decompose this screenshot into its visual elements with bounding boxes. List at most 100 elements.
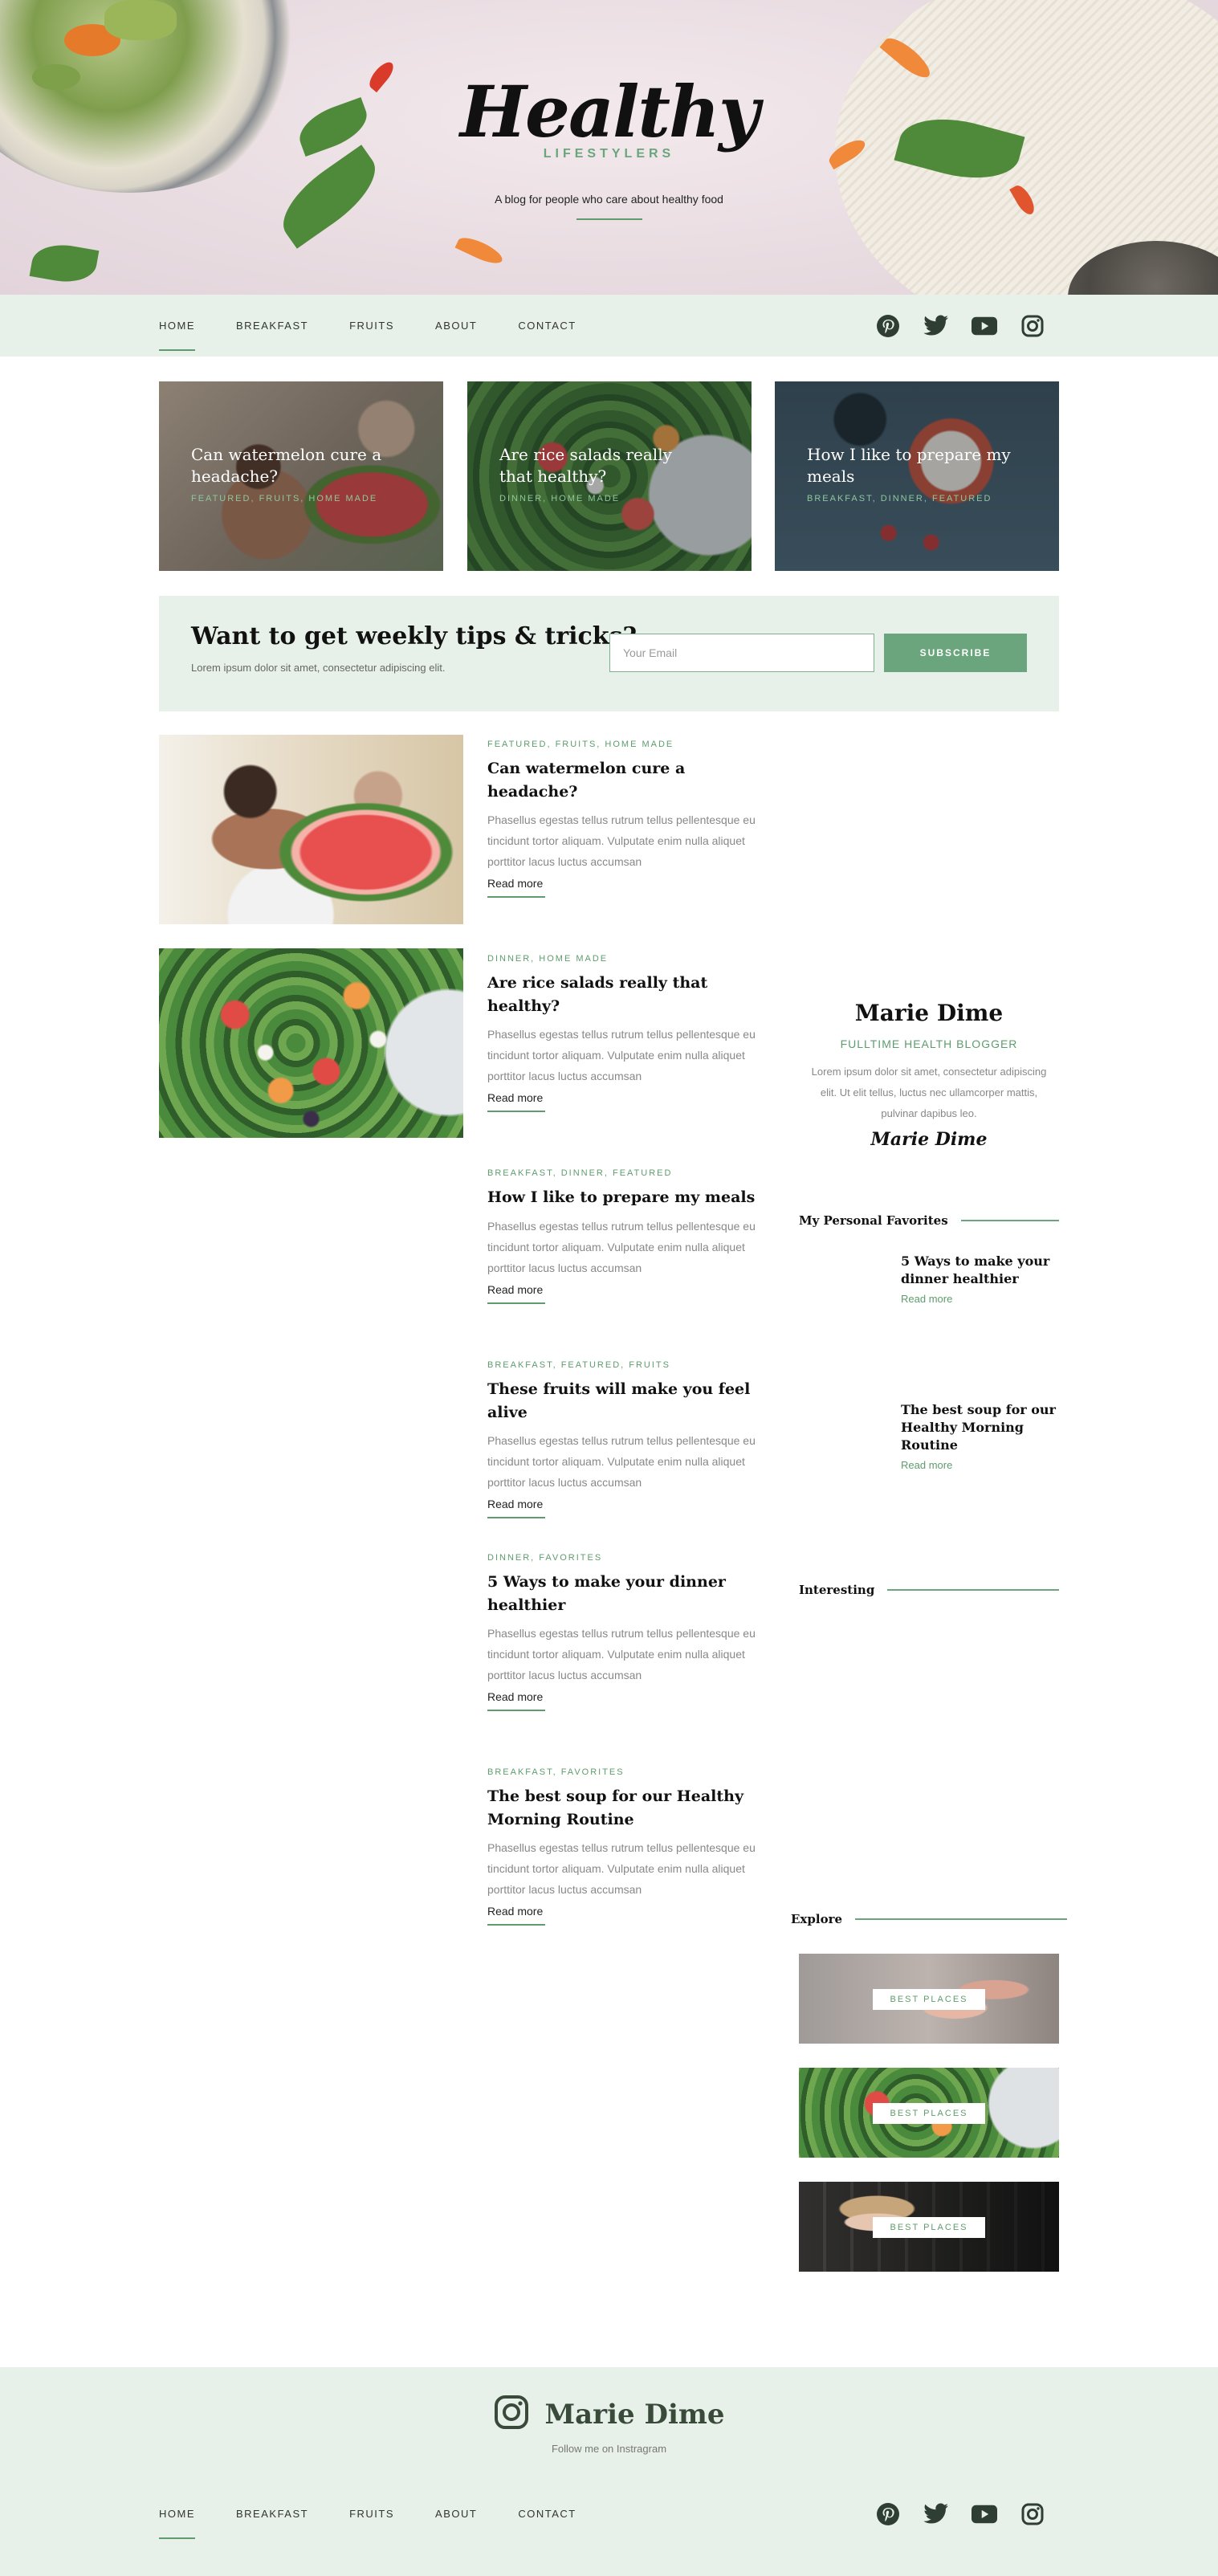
footer-nav-item-contact[interactable]: CONTACT [518, 2508, 576, 2520]
featured-card[interactable]: How I like to prepare my meals BREAKFAST… [775, 381, 1059, 571]
post-title[interactable]: Can watermelon cure a headache? [487, 757, 776, 803]
favorite-title[interactable]: The best soup for our Healthy Morning Ro… [901, 1401, 1061, 1454]
nav-item-about[interactable]: ABOUT [435, 320, 477, 332]
nav-item-contact[interactable]: CONTACT [518, 320, 576, 332]
post-item: FEATURED, FRUITS, HOME MADE Can watermel… [487, 740, 776, 898]
twitter-icon[interactable] [923, 313, 949, 339]
site-logo[interactable]: Healthy LIFESTYLERS [450, 76, 768, 161]
post-item: BREAKFAST, FAVORITES The best soup for o… [487, 1767, 776, 1926]
footer-nav-item-home[interactable]: HOME [159, 2508, 195, 2539]
explore-heading-text: Explore [791, 1912, 843, 1926]
post-title[interactable]: These fruits will make you feel alive [487, 1378, 776, 1424]
author-name: Marie Dime [854, 1000, 1004, 1026]
post-title[interactable]: How I like to prepare my meals [487, 1186, 776, 1209]
read-more-link[interactable]: Read more [487, 1091, 546, 1112]
post-excerpt: Phasellus egestas tellus rutrum tellus p… [487, 1841, 756, 1896]
footer-nav-item-about[interactable]: ABOUT [435, 2508, 477, 2520]
favorite-read-more[interactable]: Read more [901, 1459, 1061, 1471]
post-excerpt: Phasellus egestas tellus rutrum tellus p… [487, 1434, 756, 1489]
email-input[interactable] [609, 634, 874, 672]
subscribe-button[interactable]: SUBSCRIBE [884, 634, 1027, 672]
featured-title[interactable]: Can watermelon cure a headache? [191, 444, 400, 487]
read-more-link[interactable]: Read more [487, 1283, 546, 1304]
favorites-heading: My Personal Favorites [799, 1211, 1059, 1230]
featured-categories: FEATURED, FRUITS, HOME MADE [191, 494, 378, 503]
read-more-link[interactable]: Read more [487, 1905, 546, 1926]
post-categories: FEATURED, FRUITS, HOME MADE [487, 740, 674, 749]
author-role: FULLTIME HEALTH BLOGGER [840, 1037, 1018, 1050]
featured-title[interactable]: Are rice salads really that healthy? [499, 444, 708, 487]
favorite-title[interactable]: 5 Ways to make your dinner healthier [901, 1253, 1061, 1288]
nav-links: HOME BREAKFAST FRUITS ABOUT CONTACT [159, 295, 617, 357]
favorite-item: 5 Ways to make your dinner healthier Rea… [901, 1253, 1061, 1305]
post-title[interactable]: The best soup for our Healthy Morning Ro… [487, 1785, 776, 1831]
explore-card[interactable]: BEST PLACES [799, 1954, 1059, 2044]
petal-decoration [454, 233, 506, 268]
explore-button[interactable]: BEST PLACES [873, 2217, 985, 2238]
post-image[interactable] [159, 735, 463, 924]
pinterest-icon[interactable] [875, 2501, 901, 2527]
twitter-icon[interactable] [923, 2501, 949, 2527]
footer-brand[interactable]: Marie Dime [0, 2395, 1218, 2434]
nav-item-home[interactable]: HOME [159, 320, 195, 351]
featured-card[interactable]: Can watermelon cure a headache? FEATURED… [159, 381, 443, 571]
post-title[interactable]: Are rice salads really that healthy? [487, 972, 776, 1017]
newsletter-title: Want to get weekly tips & tricks? [191, 622, 638, 650]
explore-card[interactable]: BEST PLACES [799, 2182, 1059, 2272]
instagram-icon[interactable] [1020, 2501, 1045, 2527]
post-title[interactable]: 5 Ways to make your dinner healthier [487, 1571, 776, 1616]
post-excerpt: Phasellus egestas tellus rutrum tellus p… [487, 1627, 756, 1681]
instagram-icon[interactable] [1020, 313, 1045, 339]
newsletter-box: Want to get weekly tips & tricks? Lorem … [159, 596, 1059, 711]
social-links [875, 295, 1045, 357]
youtube-icon[interactable] [972, 313, 997, 339]
read-more-link[interactable]: Read more [487, 877, 546, 898]
footer-nav-links: HOME BREAKFAST FRUITS ABOUT CONTACT [159, 2483, 617, 2545]
featured-title[interactable]: How I like to prepare my meals [807, 444, 1016, 487]
post-categories: DINNER, HOME MADE [487, 954, 609, 964]
author-signature: Marie Dime [870, 1129, 988, 1150]
tagline-underline [576, 218, 642, 220]
footer-navigation: HOME BREAKFAST FRUITS ABOUT CONTACT [0, 2483, 1218, 2545]
pinterest-icon[interactable] [875, 313, 901, 339]
post-categories: BREAKFAST, FEATURED, FRUITS [487, 1360, 670, 1370]
author-bio: Lorem ipsum dolor sit amet, consectetur … [811, 1066, 1047, 1119]
main-navigation: HOME BREAKFAST FRUITS ABOUT CONTACT [0, 295, 1218, 357]
post-image[interactable] [159, 948, 463, 1138]
post-excerpt: Phasellus egestas tellus rutrum tellus p… [487, 813, 756, 868]
read-more-link[interactable]: Read more [487, 1498, 546, 1518]
footer-social-links [875, 2483, 1045, 2545]
salad-bowl-decoration [0, 0, 313, 193]
read-more-link[interactable]: Read more [487, 1690, 546, 1711]
footer-nav-item-fruits[interactable]: FRUITS [349, 2508, 394, 2520]
nav-item-fruits[interactable]: FRUITS [349, 320, 394, 332]
favorite-item: The best soup for our Healthy Morning Ro… [901, 1401, 1061, 1471]
post-item: BREAKFAST, DINNER, FEATURED How I like t… [487, 1168, 776, 1304]
explore-button[interactable]: BEST PLACES [873, 1989, 985, 2010]
interesting-heading: Interesting [799, 1580, 1059, 1600]
youtube-icon[interactable] [972, 2501, 997, 2527]
logo-script: Healthy [459, 70, 760, 153]
explore-button[interactable]: BEST PLACES [873, 2103, 985, 2124]
leaf-decoration [269, 145, 389, 249]
post-categories: BREAKFAST, FAVORITES [487, 1767, 625, 1777]
nav-item-breakfast[interactable]: BREAKFAST [236, 320, 308, 332]
featured-categories: DINNER, HOME MADE [499, 494, 621, 503]
featured-categories: BREAKFAST, DINNER, FEATURED [807, 494, 992, 503]
favorites-heading-text: My Personal Favorites [799, 1213, 948, 1228]
footer-nav-item-breakfast[interactable]: BREAKFAST [236, 2508, 308, 2520]
footer: Marie Dime Follow me on Instragram [0, 2367, 1218, 2576]
footer-follow-text[interactable]: Follow me on Instragram [0, 2443, 1218, 2455]
chili-decoration [365, 58, 397, 93]
hero-banner: Healthy LIFESTYLERS A blog for people wh… [0, 0, 1218, 295]
leaf-decoration [29, 239, 100, 287]
favorite-read-more[interactable]: Read more [901, 1293, 1061, 1305]
post-item: DINNER, FAVORITES 5 Ways to make your di… [487, 1553, 776, 1711]
post-item: DINNER, HOME MADE Are rice salads really… [487, 954, 776, 1112]
featured-card[interactable]: Are rice salads really that healthy? DIN… [467, 381, 752, 571]
instagram-icon[interactable] [494, 2395, 529, 2434]
explore-card[interactable]: BEST PLACES [799, 2068, 1059, 2158]
footer-name: Marie Dime [544, 2398, 725, 2431]
post-excerpt: Phasellus egestas tellus rutrum tellus p… [487, 1219, 756, 1274]
post-item: BREAKFAST, FEATURED, FRUITS These fruits… [487, 1360, 776, 1518]
